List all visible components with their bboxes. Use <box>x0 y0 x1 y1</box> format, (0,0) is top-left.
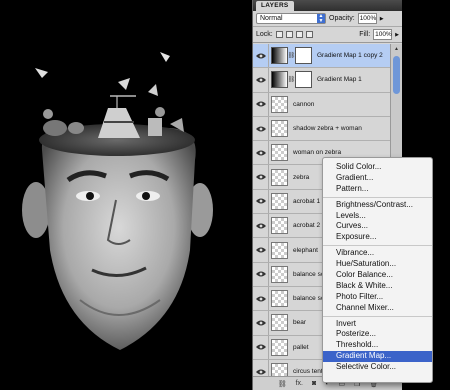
layer-thumbnail[interactable] <box>271 192 288 210</box>
menu-item[interactable]: Hue/Saturation... <box>323 259 432 270</box>
layer-name[interactable]: Gradient Map 1 <box>317 76 362 83</box>
layer-thumbnail[interactable] <box>271 241 288 259</box>
menu-item[interactable]: Pattern... <box>323 184 432 195</box>
menu-item[interactable]: Threshold... <box>323 340 432 351</box>
layer-name[interactable]: zebra <box>293 174 309 181</box>
layer-name[interactable]: acrobat 1 <box>293 198 320 205</box>
visibility-eye-icon[interactable] <box>253 311 269 335</box>
layer-name[interactable]: acrobat 2 <box>293 222 320 229</box>
visibility-eye-icon[interactable] <box>253 116 269 141</box>
menu-item[interactable]: Gradient Map... <box>323 351 432 363</box>
fill-field[interactable]: 100% <box>373 29 393 40</box>
mask-link-icon[interactable]: ⛓ <box>288 52 296 59</box>
face-artwork <box>22 52 213 350</box>
visibility-eye-icon[interactable] <box>253 286 269 311</box>
menu-item[interactable]: Photo Filter... <box>323 292 432 303</box>
fill-slider-arrow-icon[interactable]: ▶ <box>395 32 399 38</box>
visibility-eye-icon[interactable] <box>253 189 269 214</box>
lock-pixels-icon[interactable] <box>285 31 293 38</box>
layer-thumbnail[interactable] <box>271 217 288 235</box>
layer-name[interactable]: pallet <box>293 344 309 351</box>
lock-transparency-icon[interactable] <box>275 31 283 38</box>
menu-item[interactable]: Invert <box>323 319 432 330</box>
gradient-map-thumbnail[interactable] <box>271 71 288 89</box>
mask-icon[interactable]: ◙ <box>312 380 316 387</box>
layer-thumbnail[interactable] <box>271 144 288 162</box>
visibility-eye-icon[interactable] <box>253 238 269 262</box>
layer-thumbnail[interactable] <box>271 314 288 332</box>
visibility-eye-icon[interactable] <box>253 68 269 92</box>
link-icon[interactable]: ⛓ <box>278 380 287 388</box>
blend-mode-value: Normal <box>260 15 283 22</box>
layer-row[interactable]: ⛓ Gradient Map 1 <box>253 68 391 93</box>
blend-opacity-row: Normal ▲ ▼ Opacity: 100% ▶ <box>253 11 402 27</box>
visibility-eye-icon[interactable] <box>253 92 269 116</box>
opacity-slider-arrow-icon[interactable]: ▶ <box>380 16 384 22</box>
menu-item[interactable]: Levels... <box>323 211 432 222</box>
layer-name[interactable]: elephant <box>293 247 318 254</box>
blend-mode-dropdown[interactable]: Normal ▲ ▼ <box>256 13 326 24</box>
menu-item[interactable]: Solid Color... <box>323 162 432 173</box>
menu-separator <box>323 245 432 247</box>
menu-item[interactable]: Color Balance... <box>323 270 432 281</box>
menu-separator <box>323 315 432 317</box>
menu-item[interactable]: Brightness/Contrast... <box>323 200 432 211</box>
dropdown-arrows-icon: ▲ ▼ <box>317 13 325 24</box>
layer-name[interactable]: shadow zebra + woman <box>293 125 362 132</box>
menu-item[interactable]: Gradient... <box>323 173 432 184</box>
layer-thumbnail[interactable] <box>271 338 288 356</box>
lock-fill-row: Lock: Fill: 100% ▶ <box>253 27 402 43</box>
menu-item[interactable]: Exposure... <box>323 232 432 243</box>
adjustment-layer-menu: Solid Color... Gradient... Pattern... Brigh… <box>322 157 433 383</box>
layer-thumbnail[interactable] <box>271 120 288 138</box>
visibility-eye-icon[interactable] <box>253 44 269 68</box>
layer-name[interactable]: bear <box>293 319 306 326</box>
fx-icon[interactable]: fx. <box>296 380 303 387</box>
layer-name[interactable]: cannon <box>293 101 314 108</box>
layer-mask-thumbnail[interactable] <box>295 71 312 89</box>
scroll-thumb[interactable] <box>393 56 400 94</box>
opacity-field[interactable]: 100% <box>357 13 377 24</box>
visibility-eye-icon[interactable] <box>253 165 269 189</box>
layers-tab[interactable]: LAYERS <box>256 1 294 11</box>
menu-item[interactable]: Channel Mixer... <box>323 303 432 314</box>
menu-item[interactable]: Selective Color... <box>323 362 432 373</box>
menu-item[interactable]: Black & White... <box>323 281 432 292</box>
opacity-label: Opacity: <box>329 15 355 22</box>
visibility-eye-icon[interactable] <box>253 335 269 359</box>
visibility-eye-icon[interactable] <box>253 214 269 238</box>
menu-separator <box>323 196 432 198</box>
panel-tab-bar: LAYERS <box>253 0 402 11</box>
layer-row[interactable]: ⛓ Gradient Map 1 copy 2 <box>253 44 391 69</box>
layer-row[interactable]: shadow zebra + woman <box>253 116 391 142</box>
mask-link-icon[interactable]: ⛓ <box>288 76 296 83</box>
layer-row[interactable]: cannon <box>253 92 391 117</box>
menu-item[interactable]: Vibrance... <box>323 248 432 259</box>
layer-thumbnail[interactable] <box>271 168 288 186</box>
layer-thumbnail[interactable] <box>271 363 288 376</box>
document-canvas[interactable] <box>0 0 250 390</box>
menu-item[interactable]: Curves... <box>323 221 432 232</box>
visibility-eye-icon[interactable] <box>253 141 269 165</box>
scroll-up-icon[interactable]: ▲ <box>391 44 402 54</box>
layer-name[interactable]: Gradient Map 1 copy 2 <box>317 52 383 59</box>
gradient-map-thumbnail[interactable] <box>271 47 288 65</box>
menu-item[interactable]: Posterize... <box>323 329 432 340</box>
fill-label: Fill: <box>359 31 371 38</box>
layer-mask-thumbnail[interactable] <box>295 47 312 65</box>
lock-all-icon[interactable] <box>305 31 313 38</box>
layer-name[interactable]: woman on zebra <box>293 149 341 156</box>
lock-label: Lock: <box>256 31 273 38</box>
visibility-eye-icon[interactable] <box>253 262 269 286</box>
lock-position-icon[interactable] <box>295 31 303 38</box>
layer-thumbnail[interactable] <box>271 290 288 308</box>
layer-thumbnail[interactable] <box>271 95 288 113</box>
layer-thumbnail[interactable] <box>271 265 288 283</box>
visibility-eye-icon[interactable] <box>253 359 269 376</box>
layer-name[interactable]: circus tent <box>293 368 323 375</box>
